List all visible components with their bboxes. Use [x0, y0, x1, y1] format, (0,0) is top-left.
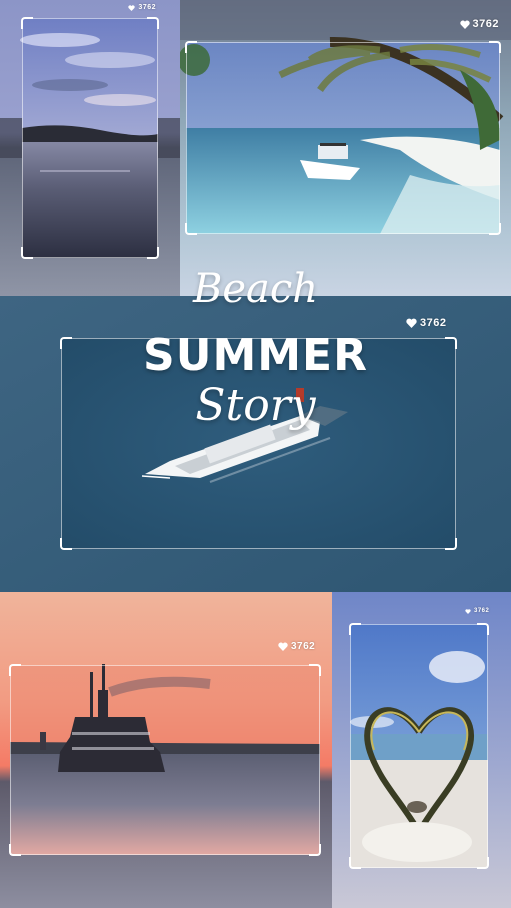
heart-icon — [465, 608, 471, 614]
like-counter[interactable]: 3762 — [465, 608, 489, 614]
panel-lake-dusk: 3762 — [0, 0, 180, 296]
heart-icon — [128, 4, 136, 11]
frame-tropical-beach — [185, 41, 501, 235]
like-counter[interactable]: 3762 — [459, 18, 499, 30]
heart-icon — [278, 642, 288, 651]
like-counter[interactable]: 3762 — [128, 4, 156, 11]
panel-heart-palm: 3762 — [332, 592, 511, 908]
title-summer: SUMMER — [143, 330, 368, 381]
like-count: 3762 — [474, 608, 490, 614]
like-counter[interactable]: 3762 — [278, 641, 315, 652]
like-count: 3762 — [472, 18, 499, 30]
like-counter[interactable]: 3762 — [406, 317, 446, 329]
story-page: 3762 3762 3762 3762 3762 Beach SUMMER St… — [0, 0, 511, 908]
frame-sunset-ferry — [9, 664, 321, 856]
panel-sunset-ferry: 3762 — [0, 592, 332, 908]
panel-tropical-beach: 3762 — [180, 0, 511, 296]
heart-icon — [406, 318, 417, 328]
title-story: Story — [195, 380, 316, 431]
like-count: 3762 — [291, 641, 316, 652]
like-count: 3762 — [138, 4, 156, 11]
frame-heart-palm — [349, 623, 489, 869]
heart-icon — [459, 20, 470, 29]
frame-lake-dusk: 3762 — [21, 4, 159, 259]
like-count: 3762 — [420, 317, 447, 329]
title-beach: Beach — [192, 266, 319, 312]
